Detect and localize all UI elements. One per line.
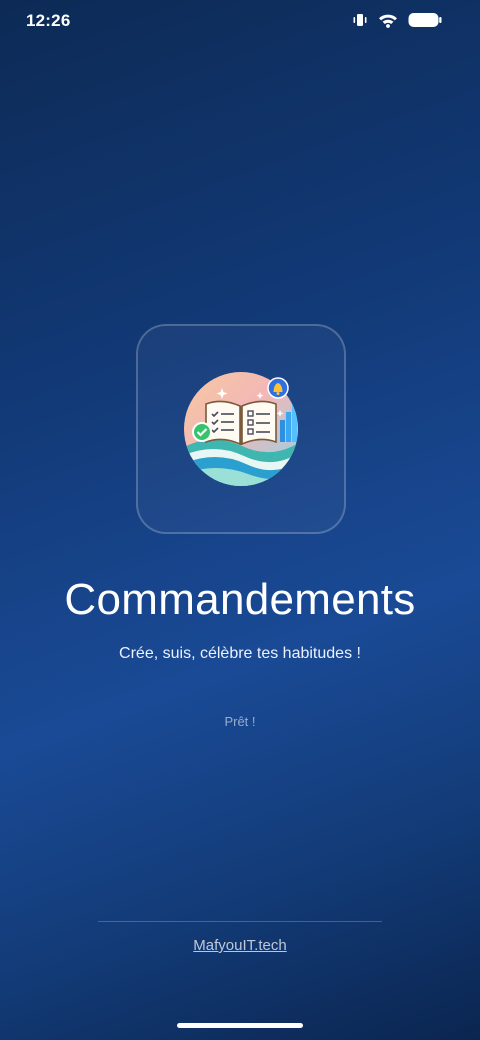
vibrate-icon <box>352 13 368 32</box>
loading-status-text: Prêt ! <box>224 714 256 729</box>
home-indicator[interactable] <box>177 1023 303 1028</box>
wifi-icon <box>378 13 398 33</box>
footer-divider <box>98 921 382 922</box>
battery-icon <box>408 12 442 33</box>
app-logo-frame <box>136 324 346 534</box>
app-tagline: Crée, suis, célèbre tes habitudes ! <box>119 645 361 662</box>
status-bar: 12:26 <box>0 0 480 40</box>
open-book-habits-icon <box>184 372 298 486</box>
footer-website-link[interactable]: MafyouIT.tech <box>0 937 480 954</box>
status-time: 12:26 <box>26 11 71 30</box>
app-title: Commandements <box>64 575 416 624</box>
status-icons <box>352 12 442 33</box>
